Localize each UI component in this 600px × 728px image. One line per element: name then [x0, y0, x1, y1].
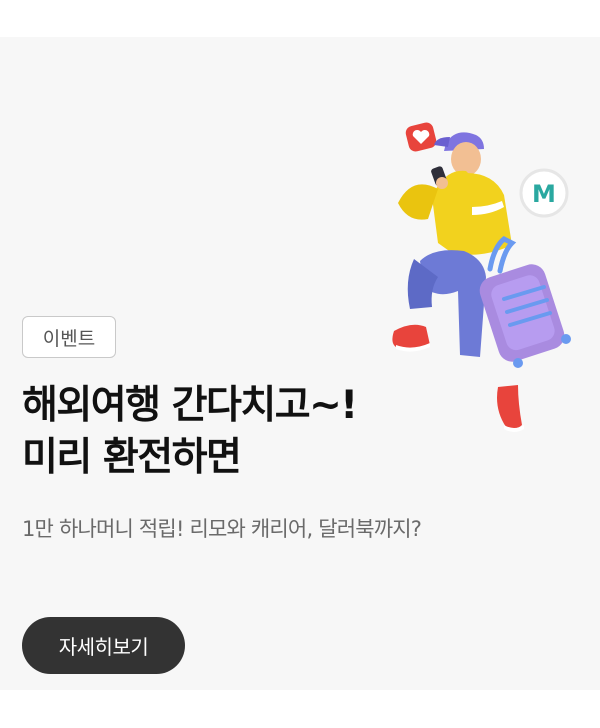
svg-text:M: M [532, 180, 556, 208]
heart-icon [405, 122, 437, 152]
event-badge: 이벤트 [22, 316, 116, 358]
headline-line-1: 해외여행 간다치고~! [22, 383, 358, 428]
view-details-button[interactable]: 자세히보기 [22, 617, 185, 674]
headline-line-2: 미리 환전하면 [22, 435, 242, 480]
m-logo-icon: M [519, 168, 569, 218]
event-banner[interactable]: M 이벤트 해외여행 간다치고~! 미리 환전하면 1만 하나머니 적립! 리모… [0, 37, 600, 690]
suitcase-icon [479, 236, 571, 368]
banner-headline: 해외여행 간다치고~! 미리 환전하면 [22, 380, 442, 484]
banner-subtitle: 1만 하나머니 적립! 리모와 캐리어, 달러북까지? [22, 517, 422, 541]
